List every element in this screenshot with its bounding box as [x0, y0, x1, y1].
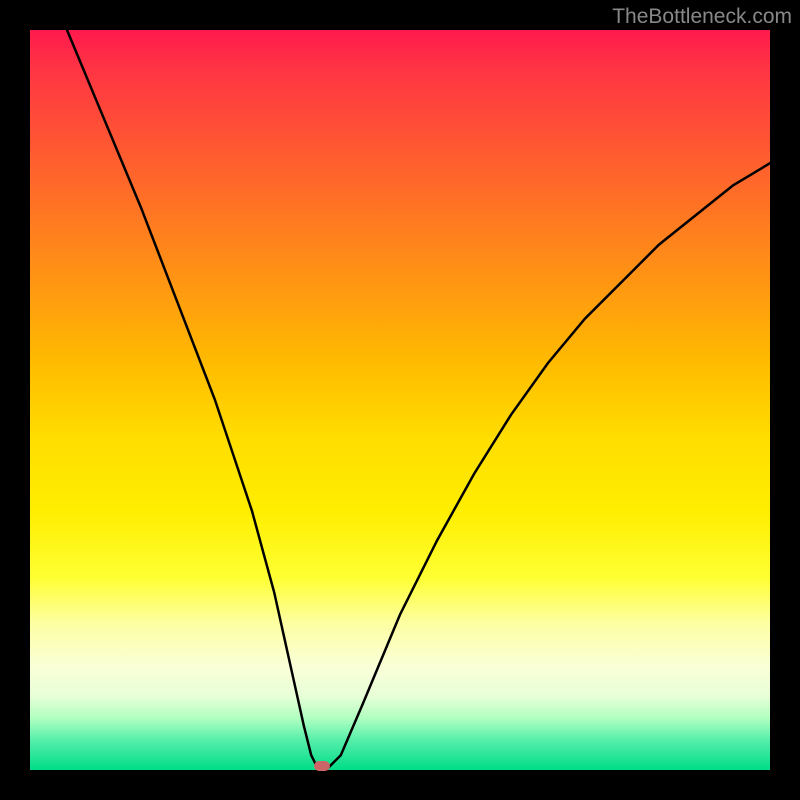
plot-area [30, 30, 770, 770]
optimal-point-marker [314, 761, 330, 771]
curve-svg [30, 30, 770, 770]
watermark-text: TheBottleneck.com [612, 5, 792, 29]
bottleneck-curve [67, 30, 770, 770]
chart-container: TheBottleneck.com [0, 0, 800, 800]
